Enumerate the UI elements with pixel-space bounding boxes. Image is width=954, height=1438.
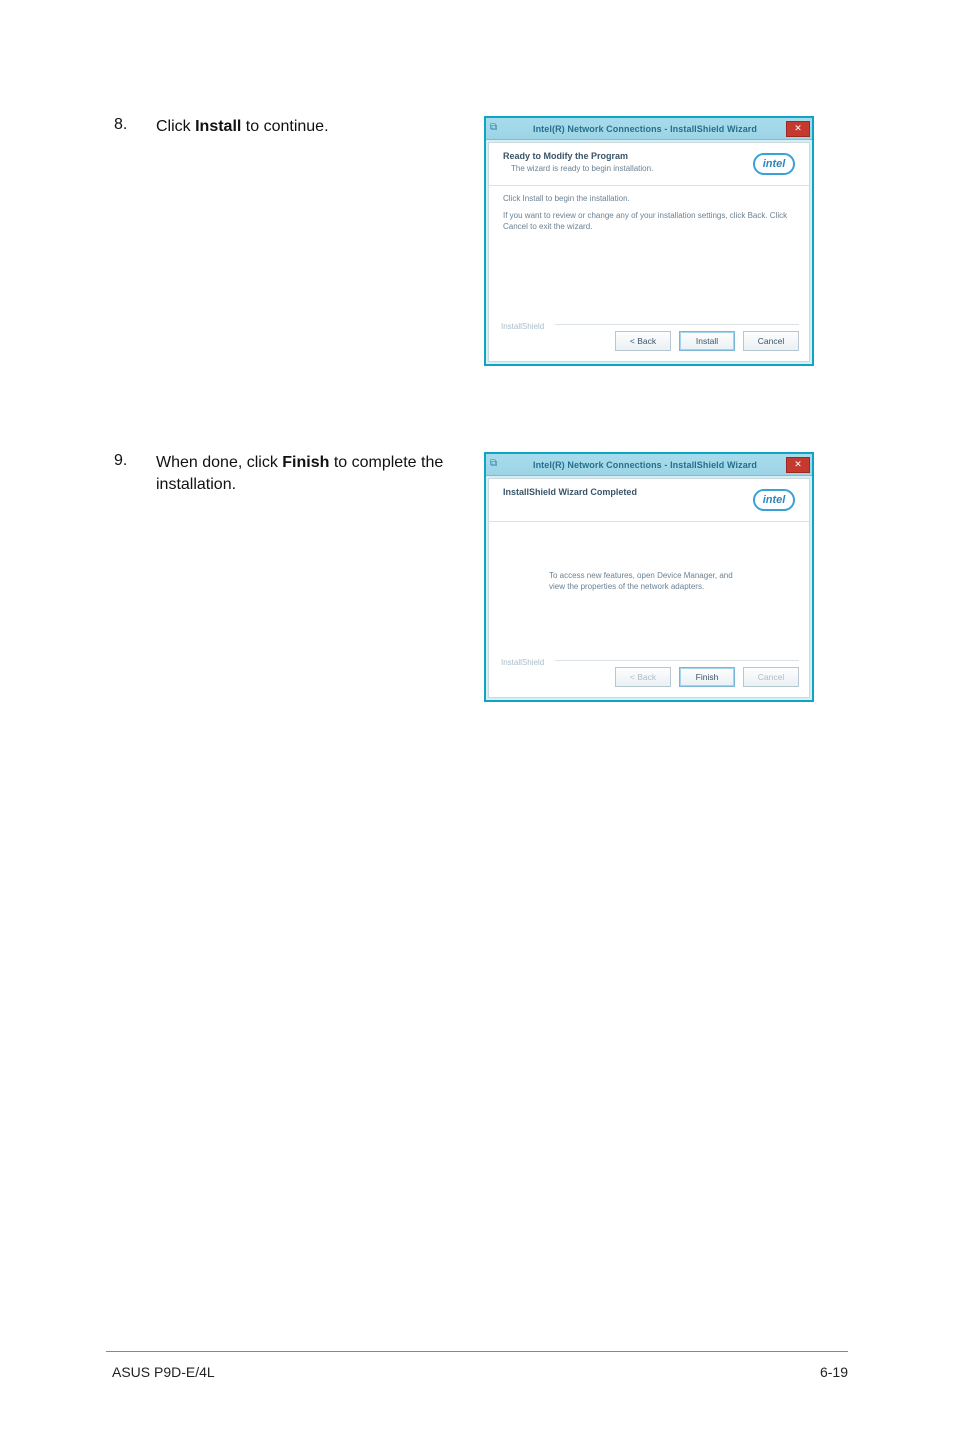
header-title: Ready to Modify the Program	[503, 151, 745, 161]
titlebar: ⧉ Intel(R) Network Connections - Install…	[486, 118, 812, 140]
content-area: Click Install to begin the installation.…	[489, 186, 809, 320]
dialog-body: Ready to Modify the Program The wizard i…	[488, 142, 810, 362]
header-area: InstallShield Wizard Completed intel	[489, 479, 809, 522]
install-button[interactable]: Install	[679, 331, 735, 351]
step-number: 9.	[114, 452, 148, 470]
body-line-1: Click Install to begin the installation.	[503, 194, 795, 203]
dialog-ready-to-install: ⧉ Intel(R) Network Connections - Install…	[484, 116, 814, 366]
header-texts: Ready to Modify the Program The wizard i…	[503, 151, 753, 173]
step-text-bold: Finish	[282, 454, 329, 471]
close-icon: ✕	[794, 124, 802, 133]
header-area: Ready to Modify the Program The wizard i…	[489, 143, 809, 186]
step-number: 8.	[114, 116, 148, 134]
footer-area: InstallShield < Back Finish Cancel	[489, 656, 809, 697]
header-subtitle: The wizard is ready to begin installatio…	[511, 164, 745, 173]
close-button[interactable]: ✕	[786, 121, 810, 137]
intel-logo: intel	[753, 489, 795, 511]
step-text: Click Install to continue.	[156, 116, 471, 138]
divider	[555, 660, 799, 661]
cancel-button: Cancel	[743, 667, 799, 687]
footer-right: 6-19	[820, 1364, 848, 1380]
intel-logo: intel	[753, 153, 795, 175]
header-title: InstallShield Wizard Completed	[503, 487, 745, 497]
step-text: When done, click Finish to complete the …	[156, 452, 471, 495]
divider	[555, 324, 799, 325]
header-texts: InstallShield Wizard Completed	[503, 487, 753, 497]
titlebar: ⧉ Intel(R) Network Connections - Install…	[486, 454, 812, 476]
dialog-completed: ⧉ Intel(R) Network Connections - Install…	[484, 452, 814, 702]
titlebar-text: Intel(R) Network Connections - InstallSh…	[504, 124, 786, 134]
body-message: To access new features, open Device Mana…	[549, 570, 749, 592]
step-text-bold: Install	[195, 118, 241, 135]
step-text-post: to continue.	[241, 118, 328, 135]
back-button[interactable]: < Back	[615, 331, 671, 351]
installshield-label: InstallShield	[501, 322, 544, 331]
button-row: < Back Install Cancel	[499, 331, 799, 351]
app-icon: ⧉	[490, 458, 504, 472]
footer-left: ASUS P9D-E/4L	[112, 1364, 215, 1380]
page: 8. Click Install to continue. ⧉ Intel(R)…	[0, 0, 954, 1438]
titlebar-text: Intel(R) Network Connections - InstallSh…	[504, 460, 786, 470]
button-row: < Back Finish Cancel	[499, 667, 799, 687]
installshield-label: InstallShield	[501, 658, 544, 667]
close-button[interactable]: ✕	[786, 457, 810, 473]
back-button: < Back	[615, 667, 671, 687]
footer-rule	[106, 1351, 848, 1352]
body-line-2: If you want to review or change any of y…	[503, 211, 795, 233]
cancel-button[interactable]: Cancel	[743, 331, 799, 351]
close-icon: ✕	[794, 460, 802, 469]
footer-area: InstallShield < Back Install Cancel	[489, 320, 809, 361]
dialog-body: InstallShield Wizard Completed intel To …	[488, 478, 810, 698]
step-text-pre: When done, click	[156, 454, 282, 471]
finish-button[interactable]: Finish	[679, 667, 735, 687]
app-icon: ⧉	[490, 122, 504, 136]
content-area: To access new features, open Device Mana…	[489, 522, 809, 656]
step-text-pre: Click	[156, 118, 195, 135]
page-footer: ASUS P9D-E/4L 6-19	[112, 1364, 848, 1380]
